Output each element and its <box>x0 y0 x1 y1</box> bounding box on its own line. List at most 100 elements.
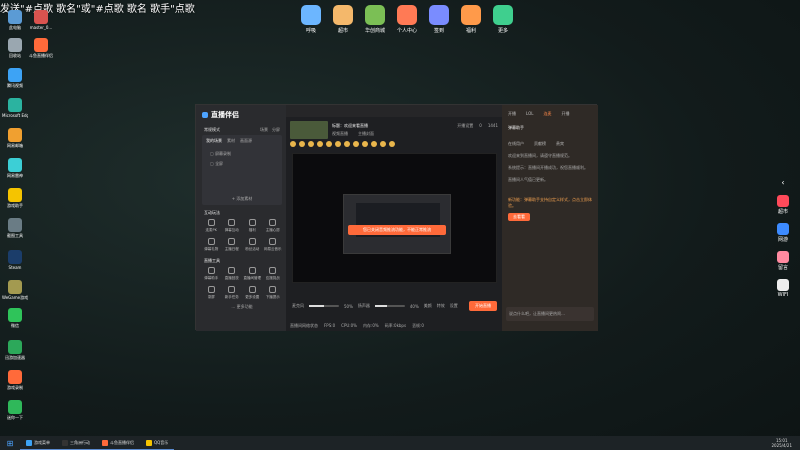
desktop-icon-11[interactable]: WeGame游戏平台 <box>2 280 28 300</box>
topbar-item-0[interactable]: 呼吸 <box>300 5 322 34</box>
chevron-left-icon[interactable]: ‹ <box>770 178 796 187</box>
chat-input[interactable]: 说点什么吧，让直播间更热闹… <box>506 307 594 321</box>
source-item-full[interactable]: ▢ 全屏 <box>210 161 274 167</box>
interaction_items-7[interactable]: 网易云音乐 <box>264 238 283 252</box>
interaction_items-0[interactable]: 连麦PK <box>202 219 221 233</box>
interaction_items-5[interactable]: 主播日程 <box>223 238 242 252</box>
emoji-icon[interactable] <box>299 141 305 147</box>
topbar-item-2[interactable]: 华创商城 <box>364 5 386 34</box>
emoji-icon[interactable] <box>326 141 332 147</box>
tool-label: 福利 <box>248 228 256 232</box>
emoji-icon[interactable] <box>389 141 395 147</box>
stream-title[interactable]: 标题：欢迎来看直播 <box>332 123 368 129</box>
settings-button[interactable]: 设置 <box>450 303 458 309</box>
desktop-icon-2[interactable]: 回收站 <box>2 38 28 58</box>
right-tab-0[interactable]: 开播 <box>508 111 516 117</box>
add-source-button[interactable]: + 添加素材 <box>202 196 282 202</box>
interaction_items-2[interactable]: 福利 <box>243 219 262 233</box>
mic-label[interactable]: 麦克风 <box>292 303 304 309</box>
emoji-icon[interactable] <box>317 141 323 147</box>
emoji-icon[interactable] <box>344 141 350 147</box>
emoji-icon[interactable] <box>353 141 359 147</box>
start-settings-link[interactable]: 开播设置 <box>457 123 473 129</box>
mic-slider[interactable] <box>309 305 339 307</box>
emoji-icon[interactable] <box>308 141 314 147</box>
more-tools-button[interactable]: … 更多功能 <box>202 304 282 310</box>
topbar-item-5[interactable]: 福利 <box>460 5 482 34</box>
effects-button[interactable]: 特效 <box>437 303 445 309</box>
emoji-icon[interactable] <box>290 141 296 147</box>
desktop-icon-12[interactable]: 微信 <box>2 308 28 328</box>
desktop-icon-8[interactable]: 游戏助手 <box>2 188 28 208</box>
tools_items-1[interactable]: 直播回放 <box>223 267 242 281</box>
filter-material[interactable]: 素材 <box>227 138 235 144</box>
windows-icon[interactable]: ⊞ <box>0 439 20 448</box>
emoji-icon[interactable] <box>380 141 386 147</box>
stream-category[interactable]: 视频直播 <box>332 131 348 137</box>
interaction_items-6[interactable]: 粉丝活动 <box>243 238 262 252</box>
right-tab-2[interactable]: 连麦 <box>543 111 551 117</box>
filter-source[interactable]: 画面源 <box>240 138 252 144</box>
rightbar-item-3[interactable]: WIFI <box>770 279 796 298</box>
desktop-icon-7[interactable]: 网易雷神 <box>2 158 28 178</box>
right-tab-3[interactable]: 开播 <box>561 111 569 117</box>
tool-label: 粉丝活动 <box>245 247 260 251</box>
desktop-icon-1[interactable]: master_0... <box>28 10 54 30</box>
interaction_items-3[interactable]: 主播心愿 <box>264 219 283 233</box>
rightbar-item-0[interactable]: 超市 <box>770 195 796 215</box>
desktop-icon-13[interactable]: 迅游加速器 <box>2 340 28 360</box>
desktop-icon-14[interactable]: 游戏录制 <box>2 370 28 390</box>
right-subtab-1[interactable]: 贡献榜 <box>534 141 546 147</box>
filter-my-scene[interactable]: 我的场景 <box>206 138 222 144</box>
emoji-icon[interactable] <box>335 141 341 147</box>
taskbar-app-3[interactable]: QQ音乐 <box>140 436 175 450</box>
right-subtab-0[interactable]: 在线用户 <box>508 141 524 147</box>
topbar-item-1[interactable]: 超市 <box>332 5 354 34</box>
source-item-screen[interactable]: ▢ 屏幕录制 <box>210 151 274 157</box>
tools_items-3[interactable]: 应援挑战 <box>264 267 283 281</box>
app-icon <box>8 128 22 142</box>
taskbar-app-2[interactable]: 斗鱼直播伴侣 <box>96 436 140 450</box>
app-icon <box>8 218 22 232</box>
beauty-button[interactable]: 美颜 <box>424 303 432 309</box>
speaker-label[interactable]: 扬声器 <box>358 303 370 309</box>
tools_items-0[interactable]: 弹幕助手 <box>202 267 221 281</box>
desktop-icon-6[interactable]: 网易邮箱 <box>2 128 28 148</box>
topbar-item-3[interactable]: 个人中心 <box>396 5 418 34</box>
taskbar-app-0[interactable]: 游戏菜单 <box>20 436 56 450</box>
stream-cover[interactable] <box>290 121 328 139</box>
topbar-item-4[interactable]: 签到 <box>428 5 450 34</box>
tools_items-7[interactable]: 下播提示 <box>264 286 283 300</box>
desktop-icon-3[interactable]: 斗鱼直播伴侣 <box>28 38 54 58</box>
taskbar-app-1[interactable]: 三角洲行动 <box>56 436 96 450</box>
emoji-icon[interactable] <box>362 141 368 147</box>
rightbar-item-2[interactable]: 留言 <box>770 251 796 271</box>
topbar-item-6[interactable]: 更多 <box>492 5 514 34</box>
rightbar-item-1[interactable]: 网游 <box>770 223 796 243</box>
desktop-icon-10[interactable]: Steam <box>2 250 28 270</box>
tool-icon <box>248 219 256 226</box>
start-live-button[interactable]: 开始直播 <box>469 301 497 311</box>
go-see-button[interactable]: 去看看 <box>508 213 530 221</box>
speaker-slider[interactable] <box>374 305 405 307</box>
tools_items-6[interactable]: 更多设置 <box>243 286 262 300</box>
desktop-icon-9[interactable]: 截图工具 <box>2 218 28 238</box>
desktop-icon-4[interactable]: 腾讯视频 <box>2 68 28 88</box>
desktop-icon-5[interactable]: Microsoft Edge <box>2 98 28 118</box>
interaction_items-1[interactable]: 弹幕互动 <box>223 219 242 233</box>
tools_items-2[interactable]: 直播间管理 <box>243 267 262 281</box>
emoji-icon[interactable] <box>371 141 377 147</box>
scene-mode-select[interactable]: 常规模式 <box>204 127 220 133</box>
right-subtab-2[interactable]: 贵宾 <box>556 141 564 147</box>
app-icon <box>8 188 22 202</box>
app-icon <box>8 370 22 384</box>
tab-split[interactable]: 分屏 <box>272 127 280 133</box>
interaction_items-4[interactable]: 弹幕礼物 <box>202 238 221 252</box>
tools_items-4[interactable]: 录屏 <box>202 286 221 300</box>
tools_items-5[interactable]: 新手任务 <box>223 286 242 300</box>
right-tab-1[interactable]: LOL <box>526 111 533 117</box>
desktop-icon-0[interactable]: 此电脑 <box>2 10 28 30</box>
tab-scene[interactable]: 场景 <box>260 127 268 133</box>
desktop-icon-15[interactable]: 迷你一下 <box>2 400 28 420</box>
clock-date[interactable]: 2025/4/21 <box>771 443 792 448</box>
